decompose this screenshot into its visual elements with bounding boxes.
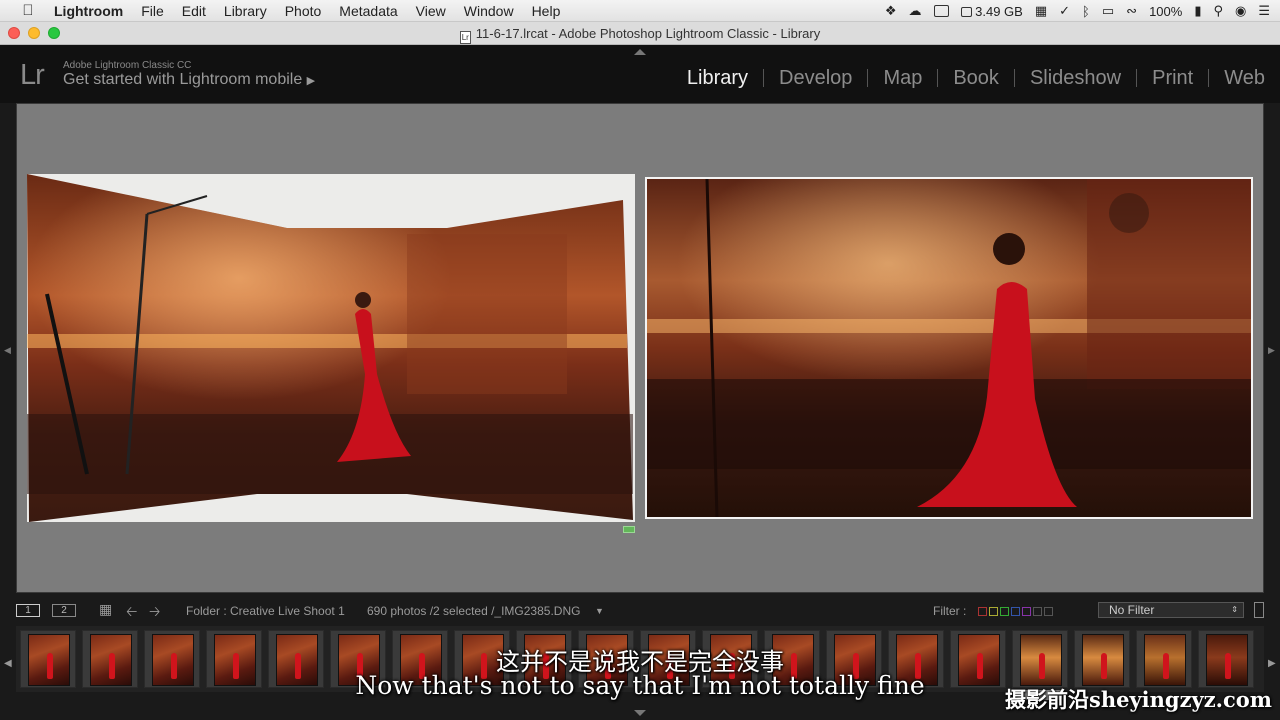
stage-photo-image	[647, 179, 1251, 517]
bluetooth-icon[interactable]: ᛒ	[1082, 4, 1090, 19]
creative-cloud-icon[interactable]: ☁	[909, 3, 922, 19]
primary-window-button[interactable]: 1	[16, 604, 40, 617]
dropbox-icon[interactable]: ❖	[885, 3, 897, 19]
module-picker: Library Develop Map Book Slideshow Print…	[672, 68, 1280, 88]
display-icon[interactable]	[933, 5, 949, 17]
photo-count-label[interactable]: 690 photos /2 selected /_IMG2385.DNG	[367, 604, 580, 618]
wifi-icon[interactable]: ∾	[1126, 3, 1137, 19]
back-arrow-icon[interactable]: 🡠	[126, 601, 137, 625]
memory-value: 3.49 GB	[975, 3, 1023, 19]
module-library[interactable]: Library	[672, 68, 763, 88]
play-triangle-icon: ▶	[306, 75, 316, 87]
yellow-filter-icon[interactable]	[989, 607, 998, 616]
spotlight-search-icon[interactable]: ⚲	[1213, 3, 1223, 19]
select-stepper-icon: ⇕	[1231, 605, 1238, 614]
none-filter-icon[interactable]	[1044, 607, 1053, 616]
menu-photo[interactable]: Photo	[285, 3, 322, 19]
minimize-window-button[interactable]	[28, 27, 40, 39]
stopwatch-icon[interactable]: ✓	[1059, 3, 1070, 19]
window-title: 11-6-17.lrcat - Adobe Photoshop Lightroo…	[475, 26, 821, 41]
menu-app[interactable]: Lightroom	[54, 3, 123, 19]
menu-metadata[interactable]: Metadata	[339, 3, 397, 19]
apple-menu-icon[interactable]: 	[18, 2, 38, 19]
zoom-window-button[interactable]	[48, 27, 60, 39]
menu-view[interactable]: View	[416, 3, 446, 19]
watermark: 摄影前沿sheyingzyz.com	[1005, 687, 1272, 712]
window-titlebar: Lr 11-6-17.lrcat - Adobe Photoshop Lightr…	[0, 22, 1280, 45]
get-started-label: Get started with Lightroom mobile	[63, 71, 303, 88]
filter-lock-icon[interactable]	[1254, 602, 1264, 618]
status-items: ❖ ☁ 3.49 GB ▦ ✓ ᛒ ▭ ∾ 100% ▮ ⚲ ◉ ☰	[885, 0, 1270, 22]
module-print[interactable]: Print	[1136, 68, 1208, 88]
battery-icon[interactable]: ▮	[1194, 3, 1201, 19]
panorama-photo-preview[interactable]	[27, 174, 635, 522]
filter-label: Filter :	[933, 604, 967, 618]
lightroom-logo: Lr	[20, 59, 45, 91]
secondary-window-button[interactable]: 2	[52, 604, 76, 617]
grid-view-icon[interactable]: ▦	[99, 601, 112, 618]
menu-window[interactable]: Window	[464, 3, 514, 19]
airplay-icon[interactable]: ▭	[1102, 3, 1114, 19]
panorama-image	[27, 174, 633, 522]
traffic-lights	[8, 27, 60, 39]
catalog-document-icon: Lr	[459, 31, 471, 44]
left-panel-toggle-icon[interactable]: ◀	[4, 345, 11, 356]
right-panel-toggle-icon[interactable]: ▶	[1268, 345, 1275, 356]
menu-library[interactable]: Library	[224, 3, 267, 19]
module-book[interactable]: Book	[937, 68, 1014, 88]
layout-icon[interactable]: ▦	[1035, 3, 1047, 19]
notification-center-icon[interactable]: ☰	[1258, 3, 1270, 19]
menu-help[interactable]: Help	[532, 3, 561, 19]
filename-dropdown-icon[interactable]: ▼	[595, 606, 604, 616]
selected-photo-preview[interactable]	[645, 177, 1253, 519]
purple-filter-icon[interactable]	[1022, 607, 1031, 616]
memory-chip-icon	[960, 6, 972, 17]
red-filter-icon[interactable]	[978, 607, 987, 616]
selection-badge	[623, 526, 635, 533]
siri-icon[interactable]: ◉	[1235, 3, 1246, 19]
source-folder-label[interactable]: Folder : Creative Live Shoot 1	[186, 604, 345, 618]
module-slideshow[interactable]: Slideshow	[1013, 68, 1136, 88]
filter-preset-select[interactable]: No Filter ⇕	[1098, 602, 1244, 618]
collapse-top-panel-triangle-icon[interactable]	[634, 49, 646, 55]
identity-plate-header: Lr Adobe Lightroom Classic CC Get starte…	[0, 45, 1280, 103]
filmstrip-toolbar: 1 2 ▦ 🡠 🡢 Folder : Creative Live Shoot 1…	[0, 598, 1280, 624]
menu-edit[interactable]: Edit	[182, 3, 206, 19]
battery-label[interactable]: 100%	[1149, 4, 1182, 19]
green-filter-icon[interactable]	[1000, 607, 1009, 616]
identity-plate-product: Adobe Lightroom Classic CC	[63, 60, 192, 71]
close-window-button[interactable]	[8, 27, 20, 39]
forward-arrow-icon[interactable]: 🡢	[149, 601, 160, 625]
module-map[interactable]: Map	[867, 68, 937, 88]
module-web[interactable]: Web	[1208, 68, 1280, 88]
color-label-filters	[978, 604, 1055, 618]
custom-filter-icon[interactable]	[1033, 607, 1042, 616]
filter-preset-value: No Filter	[1109, 603, 1155, 617]
collapse-filmstrip-triangle-icon[interactable]	[634, 710, 646, 716]
get-started-mobile-link[interactable]: Get started with Lightroom mobile ▶	[63, 71, 315, 89]
menu-file[interactable]: File	[141, 3, 164, 19]
system-menubar:  Lightroom File Edit Library Photo Meta…	[0, 0, 1280, 22]
module-develop[interactable]: Develop	[763, 68, 867, 88]
memory-readout[interactable]: 3.49 GB	[960, 3, 1023, 19]
blue-filter-icon[interactable]	[1011, 607, 1020, 616]
